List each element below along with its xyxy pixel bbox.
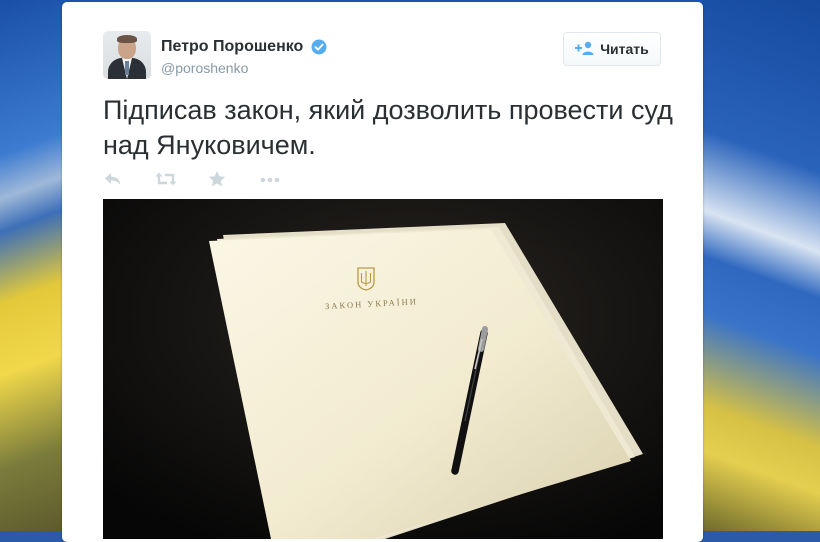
more-dots-icon[interactable] — [259, 170, 281, 190]
favorite-star-icon[interactable] — [207, 170, 229, 190]
reply-icon[interactable] — [103, 170, 125, 190]
verified-badge-icon — [311, 39, 327, 55]
follow-user-icon — [575, 41, 595, 58]
follow-button[interactable]: Читать — [563, 32, 661, 66]
avatar[interactable] — [103, 31, 151, 79]
tweet-text: Підписав закон, який дозволить провести … — [103, 95, 673, 160]
author-name[interactable]: Петро Порошенко — [161, 38, 303, 56]
tweet-card: Петро Порошенко @poroshenko Читать Підпи… — [62, 2, 703, 542]
author-handle[interactable]: @poroshenko — [161, 60, 248, 76]
follow-label: Читать — [600, 41, 649, 57]
background-flag-left — [0, 0, 62, 531]
tweet-photo[interactable]: ЗАКОН УКРАЇНИ — [103, 199, 663, 539]
background-flag-right — [702, 0, 820, 531]
author-name-row[interactable]: Петро Порошенко — [161, 38, 327, 56]
retweet-icon[interactable] — [155, 170, 177, 190]
